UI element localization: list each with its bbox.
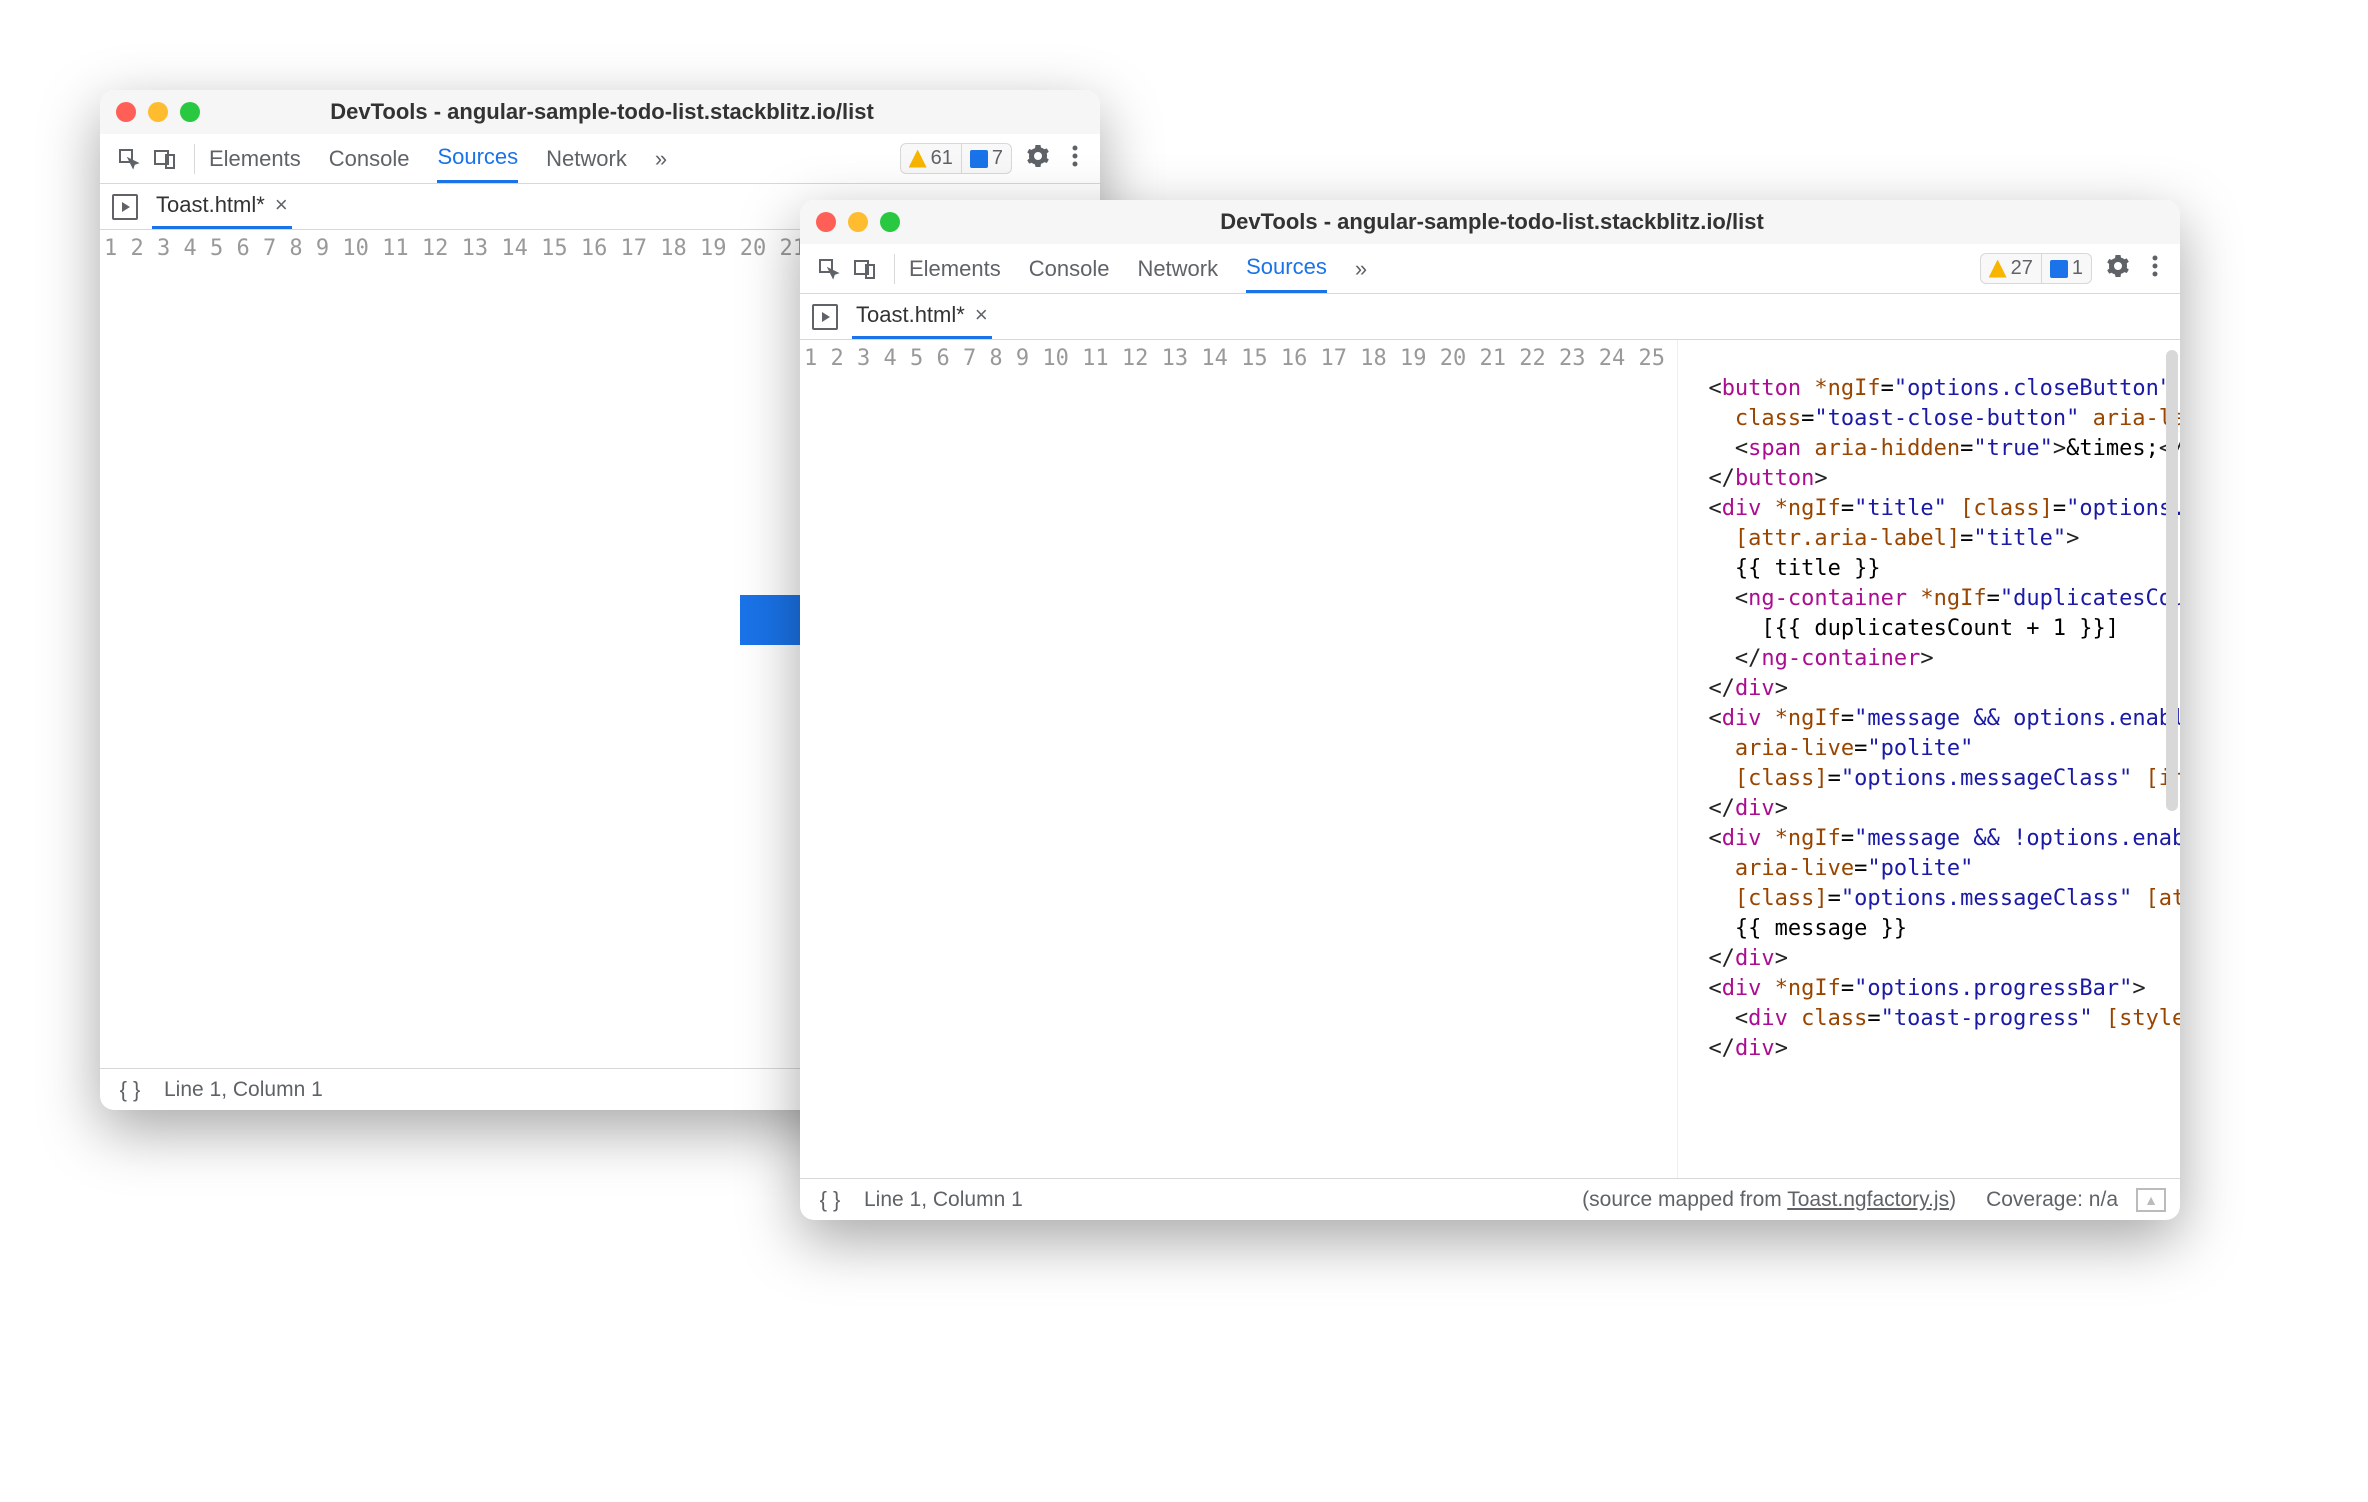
titlebar: DevTools - angular-sample-todo-list.stac… xyxy=(100,90,1100,134)
tab-more[interactable]: » xyxy=(1355,246,1367,292)
window-title: DevTools - angular-sample-todo-list.stac… xyxy=(200,99,1084,125)
code-content[interactable]: <button *ngIf="options.closeButton" (cli… xyxy=(1678,340,2180,1178)
window-title: DevTools - angular-sample-todo-list.stac… xyxy=(900,209,2164,235)
source-mapped-label: (source mapped from Toast.ngfactory.js) xyxy=(1582,1188,1956,1212)
minimize-window-icon[interactable] xyxy=(848,212,868,232)
device-toolbar-icon[interactable] xyxy=(150,144,180,174)
navigator-toggle-icon[interactable] xyxy=(812,304,838,330)
info-icon xyxy=(970,150,988,168)
cursor-position: Line 1, Column 1 xyxy=(164,1078,323,1102)
step-icon[interactable]: ▲ xyxy=(2136,1188,2166,1212)
info-icon xyxy=(2050,260,2068,278)
tab-console[interactable]: Console xyxy=(329,136,410,182)
zoom-window-icon[interactable] xyxy=(180,102,200,122)
devtools-window-b: DevTools - angular-sample-todo-list.stac… xyxy=(800,200,2180,1220)
info-badge[interactable]: 7 xyxy=(961,143,1012,174)
settings-icon[interactable] xyxy=(2098,254,2138,283)
scrollbar[interactable] xyxy=(2166,350,2178,811)
close-window-icon[interactable] xyxy=(816,212,836,232)
status-bar: { } Line 1, Column 1 (source mapped from… xyxy=(800,1178,2180,1220)
toolbar: Elements Console Network Sources » 27 1 xyxy=(800,244,2180,294)
minimize-window-icon[interactable] xyxy=(148,102,168,122)
file-tab[interactable]: Toast.html* × xyxy=(152,184,292,229)
cursor-position: Line 1, Column 1 xyxy=(864,1188,1023,1212)
traffic-lights xyxy=(116,102,200,122)
inspect-element-icon[interactable] xyxy=(114,144,144,174)
close-window-icon[interactable] xyxy=(116,102,136,122)
close-tab-icon[interactable]: × xyxy=(275,192,288,218)
tab-console[interactable]: Console xyxy=(1029,246,1110,292)
tab-sources[interactable]: Sources xyxy=(437,134,518,183)
tab-network[interactable]: Network xyxy=(1137,246,1218,292)
toolbar: Elements Console Sources Network » 61 7 xyxy=(100,134,1100,184)
tab-elements[interactable]: Elements xyxy=(909,246,1001,292)
source-map-link[interactable]: Toast.ngfactory.js xyxy=(1787,1188,1949,1211)
issue-badges[interactable]: 61 7 xyxy=(900,143,1012,174)
tab-sources[interactable]: Sources xyxy=(1246,244,1327,293)
titlebar: DevTools - angular-sample-todo-list.stac… xyxy=(800,200,2180,244)
zoom-window-icon[interactable] xyxy=(880,212,900,232)
separator xyxy=(194,144,195,174)
inspect-element-icon[interactable] xyxy=(814,254,844,284)
navigator-toggle-icon[interactable] xyxy=(112,194,138,220)
tab-more[interactable]: » xyxy=(655,136,667,182)
pretty-print-icon[interactable]: { } xyxy=(814,1187,846,1213)
warning-icon xyxy=(909,150,927,168)
more-options-icon[interactable] xyxy=(2144,255,2166,282)
issue-badges[interactable]: 27 1 xyxy=(1980,253,2092,284)
file-tab-label: Toast.html* xyxy=(156,192,265,218)
close-tab-icon[interactable]: × xyxy=(975,302,988,328)
device-toolbar-icon[interactable] xyxy=(850,254,880,284)
panel-tabs: Elements Console Network Sources » xyxy=(909,244,1974,293)
line-gutter: 1 2 3 4 5 6 7 8 9 10 11 12 13 14 15 16 1… xyxy=(800,340,1678,1178)
file-tab-bar: Toast.html* × xyxy=(800,294,2180,340)
panel-tabs: Elements Console Sources Network » xyxy=(209,134,894,183)
file-tab[interactable]: Toast.html* × xyxy=(852,294,992,339)
warning-badge[interactable]: 61 xyxy=(900,143,961,174)
editor[interactable]: 1 2 3 4 5 6 7 8 9 10 11 12 13 14 15 16 1… xyxy=(800,340,2180,1178)
coverage-label: Coverage: n/a xyxy=(1986,1188,2118,1212)
warning-badge[interactable]: 27 xyxy=(1980,253,2041,284)
more-options-icon[interactable] xyxy=(1064,145,1086,172)
pretty-print-icon[interactable]: { } xyxy=(114,1077,146,1103)
tab-network[interactable]: Network xyxy=(546,136,627,182)
separator xyxy=(894,254,895,284)
warning-icon xyxy=(1989,260,2007,278)
traffic-lights xyxy=(816,212,900,232)
tab-elements[interactable]: Elements xyxy=(209,136,301,182)
info-badge[interactable]: 1 xyxy=(2041,253,2092,284)
file-tab-label: Toast.html* xyxy=(856,302,965,328)
settings-icon[interactable] xyxy=(1018,144,1058,173)
